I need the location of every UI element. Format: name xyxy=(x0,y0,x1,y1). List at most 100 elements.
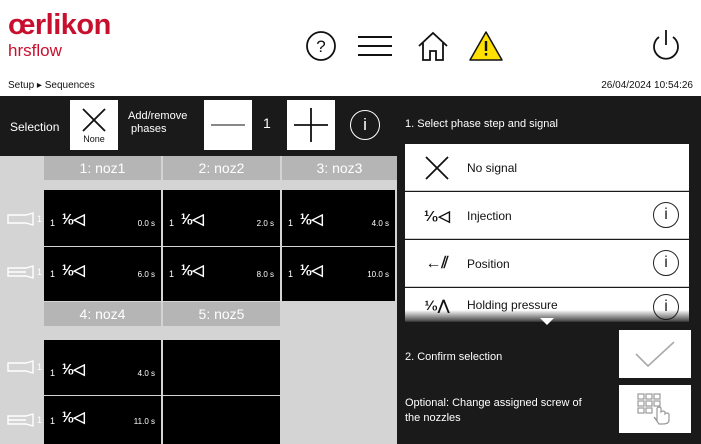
scroll-down-icon[interactable] xyxy=(540,318,554,325)
step1-title: 1. Select phase step and signal xyxy=(405,118,558,130)
injection-icon: ¹⁄₀◁ xyxy=(181,262,204,279)
sequence-cell[interactable]: 1 ¹⁄₀◁ 4.0 s xyxy=(282,190,395,246)
sequence-cell[interactable]: 1 ¹⁄₀◁ 6.0 s xyxy=(44,247,161,301)
keypad-touch-icon xyxy=(637,393,670,425)
row-label: 1 xyxy=(37,214,43,224)
x-icon xyxy=(82,108,106,132)
help-button[interactable]: ? xyxy=(303,28,339,64)
oerlikon-logo: œrlikon hrsflow xyxy=(8,10,148,66)
sequence-cell-empty[interactable] xyxy=(163,340,280,395)
cell-index: 1 xyxy=(169,218,175,228)
x-icon xyxy=(425,155,449,180)
screw-icon xyxy=(7,413,34,427)
sequence-cell-empty[interactable] xyxy=(163,396,280,444)
change-screw-button[interactable] xyxy=(619,385,691,433)
column-header-nozzle: 4: noz4 xyxy=(44,302,163,326)
svg-text:?: ? xyxy=(316,37,325,56)
cell-time: 10.0 s xyxy=(367,270,389,279)
confirm-button[interactable] xyxy=(619,330,691,378)
cell-time: 8.0 s xyxy=(256,270,274,279)
sequence-cell[interactable]: 1 ¹⁄₀◁ 2.0 s xyxy=(163,190,280,246)
header: œrlikon hrsflow Setup ▸ Sequences 26/04/… xyxy=(0,0,701,92)
option-position[interactable]: ←⫽ Position i xyxy=(405,240,689,287)
row-1-indicator: 1 xyxy=(6,209,44,229)
column-header-nozzle: 2: noz2 xyxy=(163,156,282,180)
injection-icon: ¹⁄₀◁ xyxy=(300,262,323,279)
injection-icon: ¹⁄₀◁ xyxy=(62,409,85,426)
none-label: None xyxy=(83,134,105,144)
column-header-nozzle: 3: noz3 xyxy=(282,156,397,180)
screw-icon xyxy=(7,360,34,374)
screw-icon xyxy=(7,265,34,279)
sequence-cell[interactable]: 1 ¹⁄₀◁ 11.0 s xyxy=(44,396,161,444)
app-root: œrlikon hrsflow Setup ▸ Sequences 26/04/… xyxy=(0,0,701,444)
cell-index: 1 xyxy=(50,218,56,228)
home-icon xyxy=(418,31,448,61)
sequence-cell[interactable]: 1 ¹⁄₀◁ 8.0 s xyxy=(163,247,280,301)
info-button[interactable]: i xyxy=(350,110,380,140)
position-icon: ←⫽ xyxy=(425,254,449,272)
cell-index: 1 xyxy=(288,269,294,279)
selection-bar xyxy=(0,96,397,156)
column-header-nozzle: 5: noz5 xyxy=(163,302,282,326)
check-icon xyxy=(635,341,675,368)
none-selection-button[interactable]: None xyxy=(70,100,118,150)
add-phase-button[interactable] xyxy=(287,100,335,150)
sequence-cell[interactable]: 1 ¹⁄₀◁ 4.0 s xyxy=(44,340,161,395)
option-no-signal[interactable]: No signal xyxy=(405,144,689,191)
row-2-indicator: 1 xyxy=(6,262,44,282)
brand-name: œrlikon xyxy=(8,9,111,41)
injection-icon: ¹⁄₀◁ xyxy=(62,262,85,279)
injection-icon: ¹⁄₀◁ xyxy=(181,211,204,228)
cell-index: 1 xyxy=(50,416,56,426)
row-label: 1 xyxy=(37,267,43,277)
optional-text: Optional: Change assigned screw of the n… xyxy=(405,397,615,425)
info-icon[interactable]: i xyxy=(653,202,679,228)
warning-icon xyxy=(469,31,503,61)
phase-count: 1 xyxy=(263,115,271,131)
cell-time: 4.0 s xyxy=(137,369,155,378)
selection-label: Selection xyxy=(10,120,60,134)
minus-icon xyxy=(211,124,245,126)
row-1-indicator: 1 xyxy=(6,357,44,377)
menu-icon xyxy=(358,36,392,56)
option-label: Injection xyxy=(467,208,512,223)
cell-time: 4.0 s xyxy=(371,219,389,228)
cell-index: 1 xyxy=(169,269,175,279)
cell-time: 0.0 s xyxy=(137,219,155,228)
row-2-indicator: 1 xyxy=(6,410,44,430)
optional-text-line2: the nozzles xyxy=(405,412,461,424)
column-header-nozzle: 1: noz1 xyxy=(44,156,163,180)
row-label: 1 xyxy=(37,415,43,425)
add-remove-label-line1: Add/remove xyxy=(128,110,188,122)
warning-button[interactable] xyxy=(468,28,504,64)
cell-index: 1 xyxy=(50,368,56,378)
sequence-cell[interactable]: 1 ¹⁄₀◁ 0.0 s xyxy=(44,190,161,246)
screw-icon xyxy=(7,212,34,226)
menu-button[interactable] xyxy=(357,28,393,64)
injection-icon: ¹⁄₀◁ xyxy=(62,211,85,228)
remove-phase-button[interactable] xyxy=(204,100,252,150)
cell-index: 1 xyxy=(50,269,56,279)
home-button[interactable] xyxy=(415,28,451,64)
plus-icon xyxy=(294,108,328,142)
add-remove-label: Add/remove phases xyxy=(128,110,187,136)
help-icon: ? xyxy=(306,31,336,61)
info-icon[interactable]: i xyxy=(653,250,679,276)
option-label: Position xyxy=(467,256,510,271)
info-icon: i xyxy=(363,115,367,134)
step2-title: 2. Confirm selection xyxy=(405,351,503,363)
sequence-cell[interactable]: 1 ¹⁄₀◁ 10.0 s xyxy=(282,247,395,301)
cell-time: 6.0 s xyxy=(137,270,155,279)
breadcrumb[interactable]: Setup ▸ Sequences xyxy=(8,80,95,92)
power-button[interactable] xyxy=(648,28,684,64)
power-icon xyxy=(653,30,679,60)
injection-icon: ¹⁄₀◁ xyxy=(62,361,85,378)
option-label: No signal xyxy=(467,160,518,175)
brand-subname: hrsflow xyxy=(8,41,62,60)
datetime: 26/04/2024 10:54:26 xyxy=(601,80,693,91)
add-remove-label-line2: phases xyxy=(131,123,167,135)
option-injection[interactable]: ¹⁄₀◁ Injection i xyxy=(405,192,689,239)
cell-index: 1 xyxy=(288,218,294,228)
row-label: 1 xyxy=(37,362,43,372)
